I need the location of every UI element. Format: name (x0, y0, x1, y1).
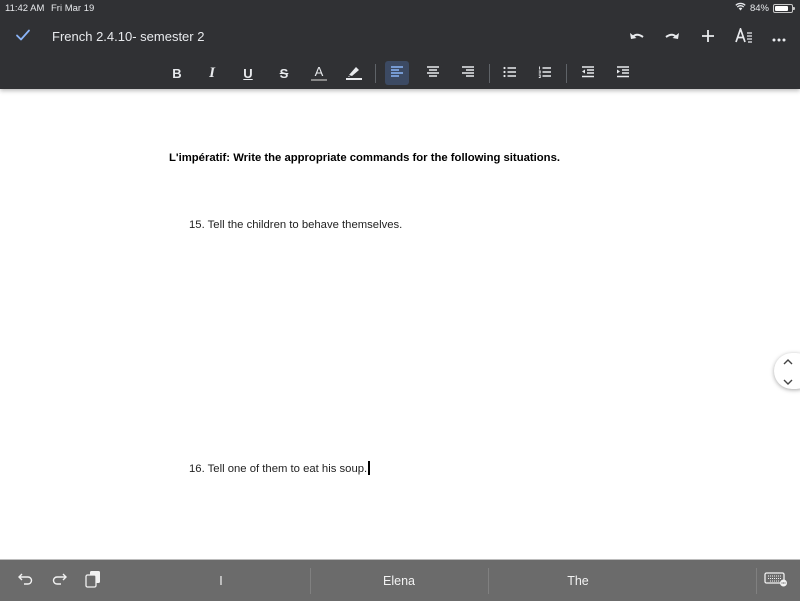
text-cursor (368, 461, 370, 475)
question-text: 15. Tell the children to behave themselv… (189, 219, 403, 231)
check-icon[interactable] (14, 26, 32, 44)
battery-fill (775, 5, 789, 11)
undo-icon (628, 29, 646, 48)
highlight-button[interactable] (342, 61, 366, 85)
align-right-icon (461, 65, 475, 81)
battery-percent: 84% (749, 2, 769, 14)
status-time: 11:42 AM (5, 3, 45, 14)
keyboard-redo-button[interactable] (49, 571, 69, 591)
paste-icon (85, 570, 101, 593)
strikethrough-button[interactable]: S (272, 61, 296, 85)
increase-indent-button[interactable] (611, 61, 635, 85)
redo-icon (663, 29, 681, 48)
page-navigation-pill[interactable] (774, 353, 800, 389)
underline-icon: U (243, 65, 253, 81)
undo-icon (18, 572, 34, 591)
more-options-button[interactable] (767, 26, 791, 50)
keyboard-undo-button[interactable] (16, 571, 36, 591)
text-color-swatch (311, 78, 327, 81)
status-date: Fri Mar 19 (51, 3, 95, 14)
strikethrough-icon: S (279, 65, 289, 81)
decrease-indent-button[interactable] (576, 61, 600, 85)
toolbar-divider (489, 64, 490, 83)
numbered-list-button[interactable] (533, 61, 557, 85)
increase-indent-icon (616, 65, 630, 81)
document-title[interactable]: French 2.4.10- semester 2 (52, 29, 204, 44)
chevron-up-icon[interactable] (783, 352, 793, 370)
bulleted-list-icon (503, 66, 517, 81)
wifi-icon (735, 2, 746, 14)
keyboard-shortcut-bar: I Elena The (0, 559, 800, 601)
suggestion-3[interactable]: The (488, 560, 668, 602)
question-16[interactable]: 16. Tell one of them to eat his soup. (189, 461, 370, 475)
text-format-button[interactable] (732, 26, 756, 50)
keyboard-toggle-button[interactable] (764, 571, 788, 591)
numbered-list-icon (538, 66, 552, 81)
suggestion-1[interactable]: I (132, 560, 310, 602)
title-row: French 2.4.10- semester 2 (0, 22, 800, 52)
suggestion-2[interactable]: Elena (310, 560, 488, 602)
chevron-down-icon[interactable] (783, 373, 793, 391)
underline-button[interactable]: U (236, 61, 260, 85)
top-app-bar: 11:42 AM Fri Mar 19 84% French 2.4.10- s… (0, 0, 800, 89)
bold-button[interactable]: B (165, 61, 189, 85)
decrease-indent-icon (581, 65, 595, 81)
text-color-button[interactable]: A (307, 61, 331, 85)
paste-button[interactable] (83, 570, 103, 593)
italic-button[interactable]: I (200, 61, 224, 85)
text-color-icon: A (314, 63, 324, 79)
text-format-icon (735, 26, 753, 48)
redo-icon (51, 572, 67, 591)
format-toolbar: B I U S A (0, 61, 800, 87)
keyboard-icon (764, 571, 788, 592)
undo-button[interactable] (625, 26, 649, 50)
question-text: 16. Tell one of them to eat his soup. (189, 463, 368, 475)
bulleted-list-button[interactable] (498, 61, 522, 85)
insert-button[interactable] (696, 26, 720, 50)
highlight-icon (345, 64, 363, 83)
battery-icon (773, 3, 795, 13)
align-right-button[interactable] (456, 61, 480, 85)
toolbar-divider (566, 64, 567, 83)
align-center-icon (426, 65, 440, 81)
bold-icon: B (172, 65, 182, 81)
toolbar-divider (375, 64, 376, 83)
redo-button[interactable] (660, 26, 684, 50)
align-left-button[interactable] (385, 61, 409, 85)
keyboard-divider (756, 568, 757, 594)
more-icon (772, 29, 786, 47)
document-canvas[interactable]: L'impératif: Write the appropriate comma… (0, 89, 800, 559)
italic-icon: I (209, 64, 215, 81)
align-left-icon (390, 65, 404, 81)
question-15[interactable]: 15. Tell the children to behave themselv… (189, 219, 402, 231)
align-center-button[interactable] (421, 61, 445, 85)
plus-icon (701, 29, 715, 48)
status-right: 84% (735, 2, 795, 14)
status-bar: 11:42 AM Fri Mar 19 84% (0, 0, 800, 16)
document-heading[interactable]: L'impératif: Write the appropriate comma… (169, 152, 560, 164)
